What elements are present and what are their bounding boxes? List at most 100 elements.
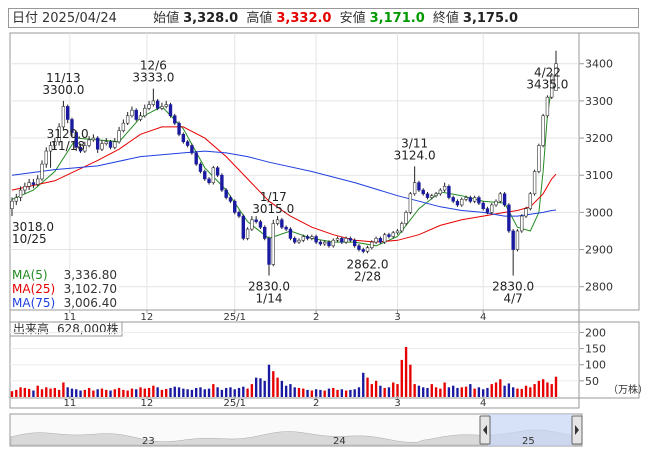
volume-bar xyxy=(349,389,352,397)
volume-bar xyxy=(57,389,61,397)
volume-bar xyxy=(92,390,95,397)
volume-bar xyxy=(452,385,455,397)
candle-body xyxy=(14,197,18,202)
candle-body xyxy=(108,141,113,148)
volume-bar xyxy=(169,387,172,397)
candle-body xyxy=(241,215,245,239)
volume-bar xyxy=(477,387,481,397)
volume-bar xyxy=(173,386,176,397)
month-label: 2 xyxy=(313,312,319,323)
volume-bar xyxy=(49,388,52,397)
candle-body xyxy=(545,96,550,117)
candle-body xyxy=(481,202,485,209)
volume-bar xyxy=(456,387,459,397)
volume-bar xyxy=(220,389,224,397)
candle-body xyxy=(194,152,198,165)
volume-bar xyxy=(105,389,108,397)
candle-body xyxy=(464,197,468,200)
volume-bar xyxy=(242,386,245,397)
volume-bar xyxy=(19,387,22,397)
volume-bar xyxy=(353,389,356,397)
volume-bar xyxy=(122,389,125,397)
volume-bar xyxy=(302,388,305,397)
volume-bar xyxy=(409,364,412,397)
overview-label-23: 23 xyxy=(142,436,155,447)
volume-tick-label: 100 xyxy=(585,359,606,372)
candle-body xyxy=(185,141,190,146)
candle-body xyxy=(100,143,104,150)
candle-body xyxy=(168,104,173,117)
volume-tick-label: 50 xyxy=(585,375,599,388)
candle-body xyxy=(91,137,96,141)
volume-bar xyxy=(541,379,545,397)
volume-grid xyxy=(10,331,579,382)
volume-bar xyxy=(469,384,472,397)
overview-label-24: 24 xyxy=(333,436,346,447)
volume-bar xyxy=(27,388,31,397)
volume-bar xyxy=(109,390,112,397)
candle-body xyxy=(258,221,263,228)
candle-body xyxy=(23,186,27,191)
volume-bar xyxy=(306,389,309,397)
volume-bar xyxy=(319,389,322,397)
volume-bar xyxy=(473,388,476,397)
candle-body xyxy=(340,238,344,243)
candle-body xyxy=(361,249,365,252)
candle-body xyxy=(344,238,348,243)
volume-bar xyxy=(417,385,421,397)
volume-bar xyxy=(113,389,116,397)
volume-bar xyxy=(152,385,155,397)
candle-body xyxy=(365,247,370,252)
candle-body xyxy=(254,219,258,222)
volume-bar xyxy=(160,389,164,397)
candle-body xyxy=(288,228,293,239)
volume-bar xyxy=(486,387,489,397)
candle-body xyxy=(477,197,481,204)
volume-bar xyxy=(340,389,344,397)
volume-bar xyxy=(297,387,301,397)
candle-body xyxy=(532,171,537,195)
volume-bar xyxy=(246,388,249,397)
volume-bar xyxy=(310,390,314,397)
candle-body xyxy=(220,174,224,191)
candle-body xyxy=(18,189,23,198)
candle-body xyxy=(160,106,164,109)
candle-body xyxy=(271,223,275,265)
volume-bar xyxy=(434,387,438,397)
candle-body xyxy=(404,212,408,224)
candle-body xyxy=(297,239,301,243)
candle-body xyxy=(455,200,460,206)
volume-bar xyxy=(254,377,258,397)
volume-bar xyxy=(272,371,275,397)
volume-bar xyxy=(464,386,468,397)
price-tick-label: 3200 xyxy=(585,132,613,145)
candle-body xyxy=(425,193,430,198)
candle-body xyxy=(65,106,70,120)
volume-bar xyxy=(233,389,236,397)
volume-bar xyxy=(327,388,331,397)
candle-body xyxy=(310,236,314,239)
candle-body xyxy=(511,230,515,250)
legend-value: 3,006.40 xyxy=(64,296,117,310)
candle-body xyxy=(323,241,327,245)
candle-body xyxy=(382,234,387,243)
volume-bar xyxy=(362,372,365,397)
volume-bar xyxy=(344,390,348,397)
volume-bar xyxy=(83,389,86,397)
candle-body xyxy=(400,223,404,232)
candle-body xyxy=(233,200,237,213)
candle-body xyxy=(198,163,203,172)
candle-body xyxy=(318,241,323,245)
candle-body xyxy=(408,193,413,213)
candle-body xyxy=(95,137,100,150)
overview-navigator[interactable]: 23 24 25 xyxy=(9,413,583,447)
volume-bar xyxy=(507,383,511,397)
volume-bar xyxy=(177,387,181,397)
volume-bars xyxy=(10,346,558,397)
volume-bar xyxy=(87,387,91,397)
candle-body xyxy=(352,239,357,247)
candle-body xyxy=(357,245,361,250)
candle-body xyxy=(147,104,151,109)
volume-y-ticks: 50 100 150 200 xyxy=(579,326,606,388)
candle-body xyxy=(31,182,36,185)
